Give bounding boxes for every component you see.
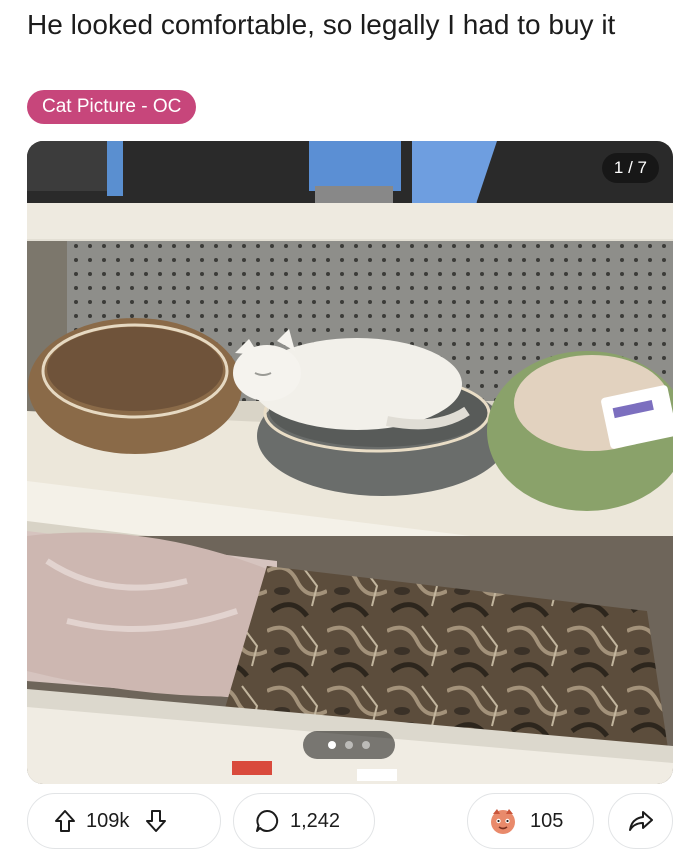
cat-on-shelf-photo <box>27 141 673 784</box>
gallery-dot-1[interactable] <box>328 741 336 749</box>
post-flair[interactable]: Cat Picture - OC <box>27 90 197 124</box>
awards-button[interactable]: 105 <box>467 793 594 849</box>
comment-icon <box>254 808 280 834</box>
upvote-count: 109k <box>86 809 130 832</box>
post-action-bar: 109k 1,242 105 <box>27 793 673 849</box>
comments-button[interactable]: 1,242 <box>233 793 375 849</box>
gallery-pagination[interactable] <box>303 731 395 759</box>
post-title[interactable]: He looked comfortable, so legally I had … <box>27 6 667 43</box>
comment-count: 1,242 <box>290 809 341 832</box>
post-image-gallery[interactable]: 1 / 7 <box>27 141 673 784</box>
upvote-icon[interactable] <box>54 809 76 833</box>
gallery-dot-2[interactable] <box>345 741 353 749</box>
share-button[interactable] <box>608 793 673 849</box>
downvote-icon[interactable] <box>145 809 167 833</box>
vote-control: 109k <box>27 793 221 849</box>
image-counter: 1 / 7 <box>601 153 659 183</box>
share-icon <box>628 809 654 833</box>
award-icon <box>488 806 518 836</box>
award-count: 105 <box>530 809 564 832</box>
gallery-dot-3[interactable] <box>362 741 370 749</box>
